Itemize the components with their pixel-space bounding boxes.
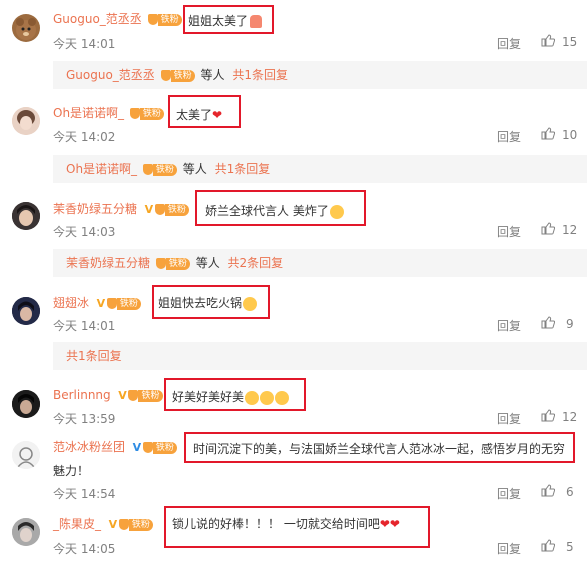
sub-reply-count[interactable]: 共1条回复 [66, 349, 122, 363]
sub-reply-etc: 等人 [200, 68, 225, 82]
fan-badge-icon [142, 164, 153, 175]
avatar[interactable] [12, 518, 40, 546]
comment-time: 今天 14:03 [53, 225, 116, 239]
highlight-box [164, 506, 430, 548]
reply-button[interactable]: 回复 [497, 485, 521, 502]
sub-reply-count[interactable]: 共2条回复 [228, 256, 284, 270]
fan-badge-icon [142, 442, 153, 453]
verified-v-icon: V [132, 441, 142, 454]
highlight-box [195, 190, 366, 226]
verified-v-icon: V [108, 518, 118, 531]
like-count: 10 [562, 128, 578, 142]
fan-badge[interactable]: 铁粉 [160, 69, 195, 83]
fan-badge-icon [129, 108, 140, 119]
like-icon[interactable] [541, 484, 555, 497]
comment-time: 今天 14:05 [53, 542, 116, 556]
like-count: 9 [566, 317, 574, 331]
like-icon[interactable] [541, 127, 555, 140]
reply-button[interactable]: 回复 [497, 35, 521, 52]
fan-badge[interactable]: 铁粉 [128, 389, 163, 403]
like-count: 5 [566, 540, 574, 554]
highlight-box [168, 95, 241, 128]
sub-reply-summary[interactable]: Guoguo_范丞丞 铁粉 等人 共1条回复 [53, 61, 587, 89]
verified-v-icon: V [118, 389, 127, 402]
comment-time: 今天 14:01 [53, 37, 116, 51]
like-icon[interactable] [541, 409, 555, 422]
like-count: 15 [562, 35, 578, 49]
fan-badge[interactable]: 铁粉 [154, 203, 189, 217]
sub-reply-etc: 等人 [195, 256, 220, 270]
fan-badge[interactable]: 铁粉 [106, 297, 141, 311]
highlight-box [183, 5, 274, 34]
sub-reply-username[interactable]: 茉香奶绿五分糖 [66, 256, 150, 270]
highlight-box [164, 378, 306, 411]
sub-reply-username[interactable]: Guoguo_范丞丞 [66, 68, 155, 82]
reply-button[interactable]: 回复 [497, 128, 521, 145]
fan-badge-icon [154, 204, 165, 215]
sub-reply-count[interactable]: 共1条回复 [215, 162, 271, 176]
comment-time: 今天 14:02 [53, 130, 116, 144]
username[interactable]: 范冰冰粉丝团 [53, 440, 125, 454]
fan-badge[interactable]: 铁粉 [118, 518, 153, 532]
sub-reply-summary[interactable]: Oh是诺诺啊_ 铁粉 等人 共1条回复 [53, 155, 587, 183]
fan-badge[interactable]: 铁粉 [129, 107, 164, 121]
fan-badge-icon [128, 390, 139, 401]
username[interactable]: _陈果皮_ [53, 517, 101, 531]
verified-v-icon: V [96, 297, 106, 310]
fan-badge-icon [147, 14, 158, 25]
like-icon[interactable] [541, 34, 555, 47]
avatar[interactable] [12, 297, 40, 325]
fan-badge-icon [118, 519, 129, 530]
fan-badge-icon [160, 70, 171, 81]
like-count: 12 [562, 410, 578, 424]
verified-v-icon: V [144, 203, 154, 216]
reply-button[interactable]: 回复 [497, 223, 521, 240]
fan-badge[interactable]: 铁粉 [142, 163, 177, 177]
comment-time: 今天 13:59 [53, 412, 116, 426]
avatar[interactable] [12, 107, 40, 135]
like-icon[interactable] [541, 222, 555, 235]
comment-time: 今天 14:01 [53, 319, 116, 333]
like-icon[interactable] [541, 316, 555, 329]
username[interactable]: 茉香奶绿五分糖 [53, 202, 137, 216]
fan-badge-icon [106, 298, 117, 309]
avatar[interactable] [12, 441, 40, 469]
highlight-box [184, 432, 575, 463]
fan-badge[interactable]: 铁粉 [142, 441, 177, 455]
comment-time: 今天 14:54 [53, 487, 116, 501]
avatar[interactable] [12, 14, 40, 42]
username[interactable]: 翅翅冰 [53, 296, 89, 310]
reply-button[interactable]: 回复 [497, 540, 521, 557]
reply-button[interactable]: 回复 [497, 317, 521, 334]
fan-badge[interactable]: 铁粉 [147, 13, 182, 27]
like-count: 12 [562, 223, 578, 237]
username[interactable]: Oh是诺诺啊_ [53, 106, 124, 120]
sub-reply-username[interactable]: Oh是诺诺啊_ [66, 162, 137, 176]
avatar[interactable] [12, 390, 40, 418]
comment-text-continued: 魅力！ [53, 464, 90, 478]
username[interactable]: Berlinnng [53, 388, 111, 402]
sub-reply-summary[interactable]: 共1条回复 [53, 342, 587, 370]
highlight-box [152, 285, 270, 319]
reply-button[interactable]: 回复 [497, 410, 521, 427]
sub-reply-etc: 等人 [182, 162, 207, 176]
like-icon[interactable] [541, 539, 555, 552]
sub-reply-count[interactable]: 共1条回复 [232, 68, 288, 82]
fan-badge-icon [155, 258, 166, 269]
avatar[interactable] [12, 202, 40, 230]
username[interactable]: Guoguo_范丞丞 [53, 12, 142, 26]
sub-reply-summary[interactable]: 茉香奶绿五分糖 铁粉 等人 共2条回复 [53, 249, 587, 277]
fan-badge[interactable]: 铁粉 [155, 257, 190, 271]
like-count: 6 [566, 485, 574, 499]
